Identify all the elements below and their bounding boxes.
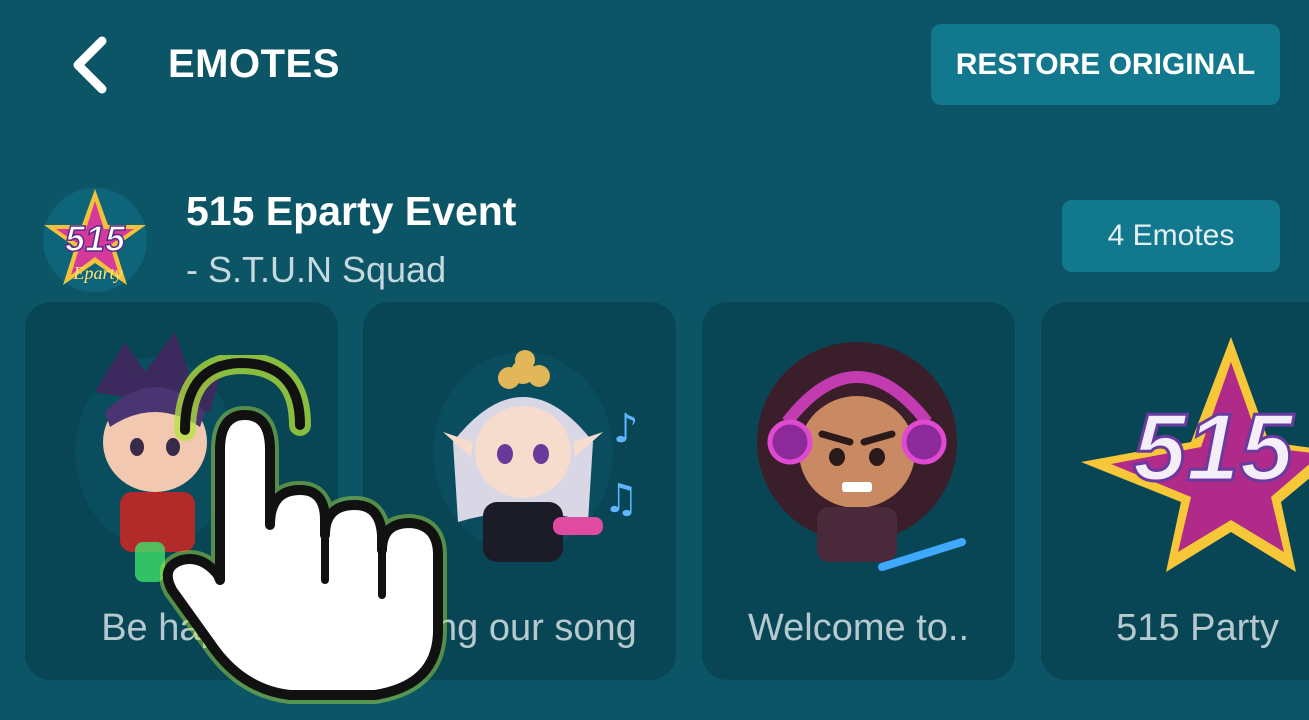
svg-text:♫: ♫ xyxy=(603,476,639,522)
event-logo-number: 515 xyxy=(65,218,126,259)
emote-label: 515 Party xyxy=(1116,607,1279,649)
star-emote-number: 515 xyxy=(1133,394,1295,501)
event-title: 515 Eparty Event xyxy=(186,188,517,234)
event-logo-script: Eparty xyxy=(73,263,123,283)
emote-card-welcome[interactable]: Welcome to.. xyxy=(702,302,1015,680)
dj-headphones-emote xyxy=(757,342,966,571)
emote-card-sing[interactable]: ♪ ♫ Sing our song xyxy=(363,302,676,680)
back-button[interactable] xyxy=(60,30,120,100)
emote-label: Sing our song xyxy=(402,607,637,649)
event-subtitle: - S.T.U.N Squad xyxy=(186,249,447,290)
emote-card-be-happy[interactable]: Be happy xyxy=(25,302,338,680)
page-title: EMOTES xyxy=(168,42,340,86)
emote-label: Be happy xyxy=(101,607,262,649)
emote-count-badge[interactable]: 4 Emotes xyxy=(1062,200,1280,272)
restore-original-button[interactable]: RESTORE ORIGINAL xyxy=(931,24,1280,105)
dark-hair-hero-emote xyxy=(75,332,235,582)
svg-text:♪: ♪ xyxy=(613,406,639,452)
515-star-emote: 515 xyxy=(1081,337,1309,572)
event-logo: 515 Eparty xyxy=(43,188,147,292)
emote-label: Welcome to.. xyxy=(747,607,970,649)
emote-card-515-party[interactable]: 515 515 Party xyxy=(1041,302,1309,680)
elf-singer-emote: ♪ ♫ xyxy=(433,350,639,562)
chevron-left-icon xyxy=(73,36,107,94)
